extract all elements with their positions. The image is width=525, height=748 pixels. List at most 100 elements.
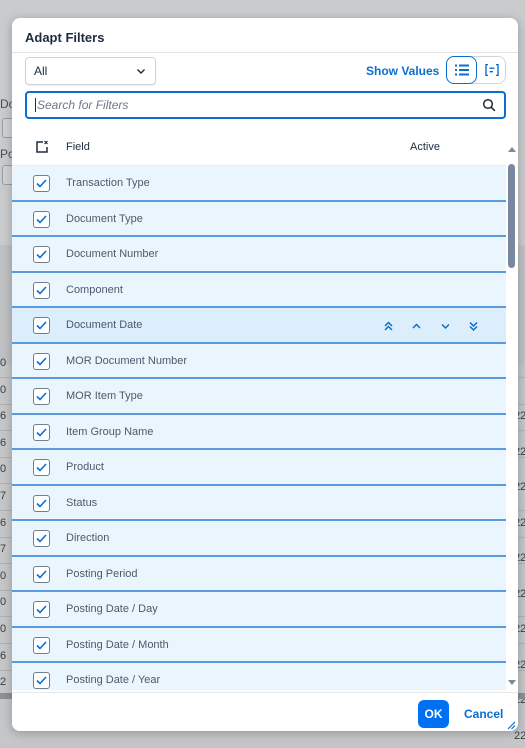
move-up-icon <box>412 323 421 329</box>
row-checkbox[interactable] <box>33 388 50 405</box>
row-field-label: Component <box>66 283 123 296</box>
table-row[interactable]: Posting Date / Month <box>12 627 506 663</box>
checkmark-icon <box>36 605 47 614</box>
background-cell: 0 <box>0 357 7 369</box>
checkmark-icon <box>36 463 47 472</box>
background-cell: 2 <box>0 676 7 689</box>
table-row[interactable]: Document Number <box>12 237 506 273</box>
ok-button[interactable]: OK <box>418 700 449 728</box>
checkmark-icon <box>36 569 47 579</box>
table-row[interactable]: Posting Date / Day <box>12 592 506 628</box>
checkmark-icon <box>36 534 47 543</box>
scroll-down-arrow-icon[interactable] <box>508 680 516 685</box>
filter-scope-select[interactable]: All <box>25 57 156 85</box>
move-up-button[interactable] <box>403 318 432 334</box>
row-checkbox[interactable] <box>33 672 50 689</box>
dialog-footer: OK Cancel <box>12 692 518 731</box>
list-view-button[interactable] <box>446 56 477 84</box>
row-field-label: Posting Period <box>66 567 138 580</box>
dialog-header: Adapt Filters <box>12 18 518 53</box>
table-row[interactable]: Direction <box>12 521 506 557</box>
search-icon[interactable] <box>482 98 496 112</box>
table-row[interactable]: Posting Period <box>12 556 506 592</box>
move-down-icon <box>441 323 450 330</box>
table-row[interactable]: MOR Document Number <box>12 343 506 379</box>
row-field-label: Status <box>66 496 98 509</box>
background-cell: 6 <box>0 410 7 423</box>
move-to-top-icon <box>384 321 393 331</box>
row-field-label: Item Group Name <box>66 425 154 438</box>
row-checkbox[interactable] <box>33 352 50 370</box>
scrollbar-thumb[interactable] <box>508 164 515 268</box>
chevron-down-icon <box>137 69 145 74</box>
row-move-buttons <box>374 318 488 334</box>
table-row[interactable]: Component <box>12 272 506 308</box>
row-field-label: Document Date <box>66 319 143 331</box>
adapt-filters-dialog: Adapt Filters All Show Values Search for… <box>12 18 518 731</box>
background-cell: 0 <box>0 623 7 635</box>
row-checkbox[interactable] <box>33 459 50 476</box>
move-to-top-button[interactable] <box>374 318 403 334</box>
table-row[interactable]: Item Group Name <box>12 414 506 450</box>
row-field-label: MOR Document Number <box>66 354 188 367</box>
filter-table: Field Active Transaction Type Document Ty… <box>12 128 518 690</box>
background-cell: 0 <box>0 463 7 476</box>
table-body: Transaction Type Document Type Document Nu… <box>12 166 506 690</box>
row-checkbox[interactable] <box>33 423 50 441</box>
row-field-label: Transaction Type <box>66 177 150 189</box>
table-row[interactable]: Document Date <box>12 308 506 344</box>
vertical-scrollbar[interactable] <box>506 144 518 690</box>
table-row[interactable]: MOR Item Type <box>12 379 506 415</box>
row-checkbox[interactable] <box>33 530 50 547</box>
row-field-label: Product <box>66 461 104 473</box>
move-down-button[interactable] <box>431 318 460 334</box>
checkmark-icon <box>36 285 47 295</box>
move-to-bottom-button[interactable] <box>460 318 489 334</box>
checkmark-icon <box>36 321 47 330</box>
deselect-all-icon[interactable] <box>35 140 49 154</box>
list-icon <box>454 64 469 76</box>
row-checkbox[interactable] <box>33 494 50 512</box>
background-cell: 6 <box>0 516 7 529</box>
checkmark-icon <box>36 179 47 188</box>
table-row[interactable]: Posting Date / Year <box>12 663 506 690</box>
row-field-label: Document Number <box>66 248 159 260</box>
row-checkbox[interactable] <box>33 281 50 299</box>
row-field-label: MOR Item Type <box>66 390 143 402</box>
checkmark-icon <box>36 250 47 259</box>
table-header: Field Active <box>12 128 518 166</box>
row-checkbox[interactable] <box>33 601 50 618</box>
background-cell: 0 <box>0 569 7 582</box>
background-cell: 6 <box>0 649 7 662</box>
row-checkbox[interactable] <box>33 636 50 654</box>
resize-handle-icon[interactable] <box>507 721 516 730</box>
group-view-button[interactable] <box>476 56 507 84</box>
table-row[interactable]: Product <box>12 450 506 486</box>
checkmark-icon <box>36 498 47 508</box>
background-cell: 0 <box>0 383 7 396</box>
checkmark-icon <box>36 676 47 685</box>
row-checkbox[interactable] <box>33 175 50 192</box>
row-field-label: Document Type <box>66 212 143 225</box>
search-input[interactable] <box>35 98 482 112</box>
table-row[interactable]: Transaction Type <box>12 166 506 202</box>
show-values-link[interactable]: Show Values <box>366 64 439 78</box>
checkmark-icon <box>36 214 47 224</box>
background-cell: 0 <box>0 596 7 609</box>
row-field-label: Direction <box>66 532 110 544</box>
row-checkbox[interactable] <box>33 565 50 583</box>
row-checkbox[interactable] <box>33 210 50 228</box>
checkmark-icon <box>36 356 47 366</box>
row-checkbox[interactable] <box>33 317 50 334</box>
search-field <box>25 91 506 119</box>
table-row[interactable]: Status <box>12 485 506 521</box>
checkmark-icon <box>36 427 47 437</box>
cancel-button[interactable]: Cancel <box>458 700 509 728</box>
background-cell: 7 <box>0 543 7 556</box>
scroll-up-arrow-icon[interactable] <box>508 147 516 152</box>
row-field-label: Posting Date / Year <box>66 674 161 686</box>
row-checkbox[interactable] <box>33 246 50 263</box>
background-cell: 6 <box>0 436 7 449</box>
dialog-toolbar: All Show Values <box>12 54 518 90</box>
table-row[interactable]: Document Type <box>12 201 506 237</box>
